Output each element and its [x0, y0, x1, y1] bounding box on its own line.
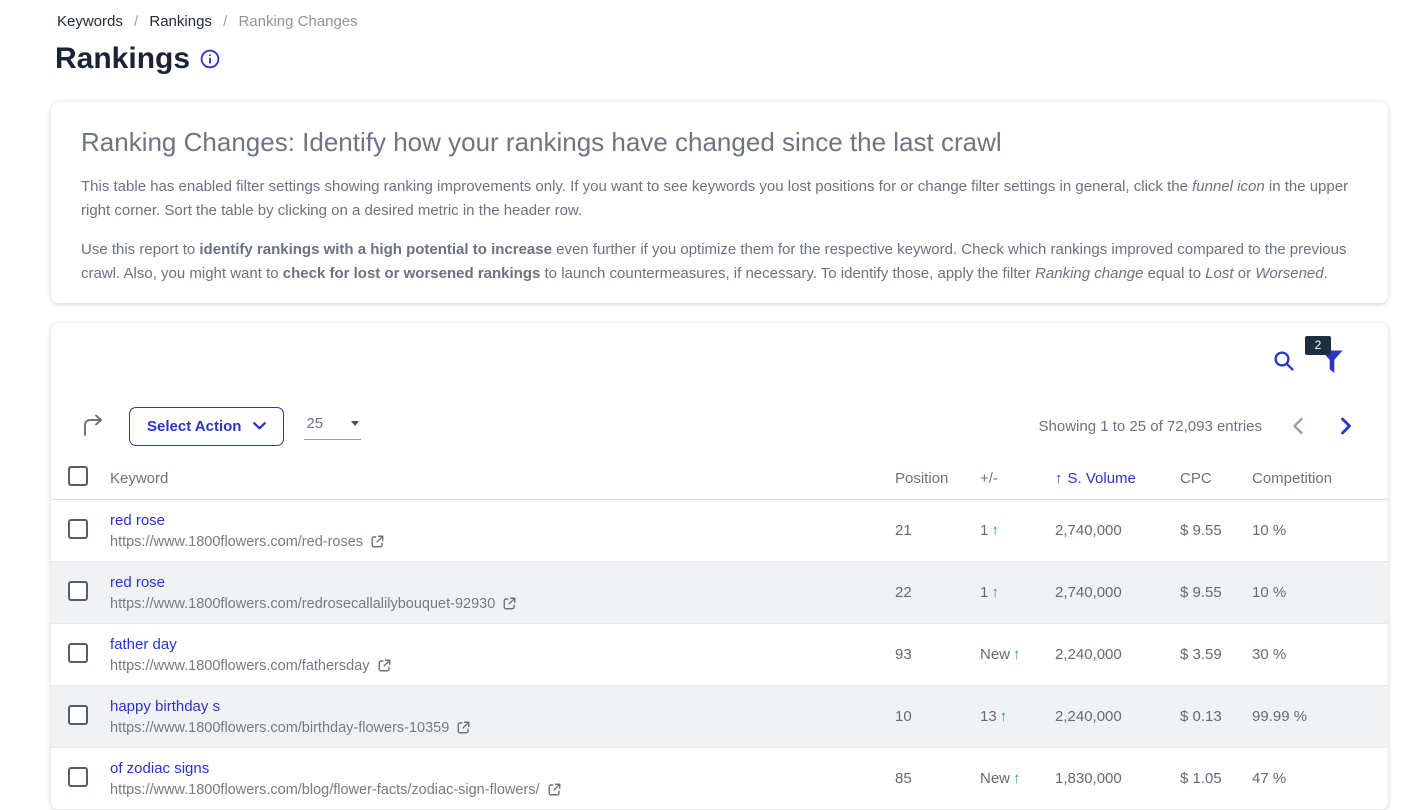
info-circle-icon[interactable]: [200, 49, 220, 69]
keyword-link[interactable]: red rose: [110, 512, 883, 529]
volume-value: 1,830,000: [1055, 770, 1180, 787]
change-value: 1: [980, 584, 988, 601]
breadcrumb: Keywords / Rankings / Ranking Changes: [0, 0, 1422, 30]
breadcrumb-current: Ranking Changes: [238, 13, 357, 30]
external-link-icon[interactable]: [456, 720, 471, 735]
keyword-url-text: https://www.1800flowers.com/fathersday: [110, 658, 370, 674]
chevron-right-icon[interactable]: [1340, 417, 1352, 435]
intro-paragraph-2: Use this report to identify rankings wit…: [81, 238, 1358, 286]
position-value: 22: [895, 584, 980, 601]
position-value: 93: [895, 646, 980, 663]
ranking-changes-table: Keyword Position +/- ↑ S. Volume CPC Comp…: [51, 457, 1388, 810]
table-row: red rose https://www.1800flowers.com/red…: [51, 500, 1388, 562]
select-all-checkbox[interactable]: [68, 466, 88, 486]
header-keyword[interactable]: Keyword: [110, 470, 895, 487]
breadcrumb-rankings[interactable]: Rankings: [149, 13, 212, 30]
header-change[interactable]: +/-: [980, 470, 1055, 487]
row-checkbox[interactable]: [68, 767, 88, 787]
card-icon-strip: 2: [51, 323, 1388, 383]
change-value: New: [980, 770, 1010, 787]
rank-up-arrow-icon: ↑: [1013, 770, 1021, 787]
table-row: of zodiac signs https://www.1800flowers.…: [51, 748, 1388, 810]
rank-up-arrow-icon: ↑: [991, 584, 999, 601]
export-arrow-icon[interactable]: [81, 414, 105, 438]
position-value: 21: [895, 522, 980, 539]
volume-value: 2,240,000: [1055, 646, 1180, 663]
table-body: red rose https://www.1800flowers.com/red…: [51, 500, 1388, 810]
competition-value: 10 %: [1252, 522, 1388, 539]
select-action-label: Select Action: [147, 418, 241, 435]
rankings-page: Keywords / Rankings / Ranking Changes Ra…: [0, 0, 1422, 810]
cpc-value: $ 3.59: [1180, 646, 1252, 663]
breadcrumb-separator: /: [134, 13, 138, 30]
chevron-down-icon: [253, 422, 266, 430]
filter-count-badge: 2: [1305, 336, 1331, 355]
sort-arrow-up-icon: ↑: [1055, 470, 1063, 487]
page-title: Rankings: [55, 42, 1422, 75]
header-cpc[interactable]: CPC: [1180, 470, 1252, 487]
intro-paragraph-1: This table has enabled filter settings s…: [81, 175, 1358, 223]
table-header-row: Keyword Position +/- ↑ S. Volume CPC Comp…: [51, 457, 1388, 500]
row-checkbox[interactable]: [68, 581, 88, 601]
table-toolbar: Select Action 25 Showing 1 to 25 of 72,0…: [51, 406, 1388, 446]
volume-value: 2,240,000: [1055, 708, 1180, 725]
table-row: happy birthday s https://www.1800flowers…: [51, 686, 1388, 748]
page-title-text: Rankings: [55, 42, 190, 75]
change-value: 1: [980, 522, 988, 539]
showing-entries-text: Showing 1 to 25 of 72,093 entries: [1039, 418, 1263, 435]
header-position[interactable]: Position: [895, 470, 980, 487]
position-value: 85: [895, 770, 980, 787]
header-s-volume-label: S. Volume: [1068, 470, 1136, 487]
page-size-select[interactable]: 25: [304, 413, 361, 440]
keyword-url-text: https://www.1800flowers.com/birthday-flo…: [110, 720, 449, 736]
competition-value: 99.99 %: [1252, 708, 1388, 725]
breadcrumb-separator: /: [223, 13, 227, 30]
change-value: New: [980, 646, 1010, 663]
chevron-left-icon[interactable]: [1292, 417, 1304, 435]
cpc-value: $ 9.55: [1180, 522, 1252, 539]
rank-up-arrow-icon: ↑: [991, 522, 999, 539]
keyword-url-text: https://www.1800flowers.com/blog/flower-…: [110, 782, 540, 798]
table-row: father day https://www.1800flowers.com/f…: [51, 624, 1388, 686]
keyword-url-text: https://www.1800flowers.com/redrosecalla…: [110, 596, 495, 612]
keyword-link[interactable]: of zodiac signs: [110, 760, 883, 777]
competition-value: 10 %: [1252, 584, 1388, 601]
intro-heading: Ranking Changes: Identify how your ranki…: [81, 127, 1358, 158]
volume-value: 2,740,000: [1055, 584, 1180, 601]
ranking-changes-table-card: 2 Select Action 25: [51, 323, 1388, 810]
select-action-dropdown[interactable]: Select Action: [129, 407, 284, 446]
external-link-icon[interactable]: [377, 658, 392, 673]
position-value: 10: [895, 708, 980, 725]
keyword-link[interactable]: red rose: [110, 574, 883, 591]
external-link-icon[interactable]: [370, 534, 385, 549]
competition-value: 30 %: [1252, 646, 1388, 663]
rank-up-arrow-icon: ↑: [1000, 708, 1008, 725]
external-link-icon[interactable]: [502, 596, 517, 611]
row-checkbox[interactable]: [68, 705, 88, 725]
row-checkbox[interactable]: [68, 643, 88, 663]
row-checkbox[interactable]: [68, 519, 88, 539]
volume-value: 2,740,000: [1055, 522, 1180, 539]
intro-card: Ranking Changes: Identify how your ranki…: [51, 102, 1388, 303]
keyword-url-text: https://www.1800flowers.com/red-roses: [110, 534, 363, 550]
cpc-value: $ 0.13: [1180, 708, 1252, 725]
header-s-volume[interactable]: ↑ S. Volume: [1055, 470, 1180, 487]
change-value: 13: [980, 708, 997, 725]
cpc-value: $ 1.05: [1180, 770, 1252, 787]
cpc-value: $ 9.55: [1180, 584, 1252, 601]
keyword-link[interactable]: father day: [110, 636, 883, 653]
search-icon[interactable]: [1272, 349, 1296, 373]
breadcrumb-keywords[interactable]: Keywords: [57, 13, 123, 30]
caret-down-icon: [351, 421, 359, 426]
table-row: red rose https://www.1800flowers.com/red…: [51, 562, 1388, 624]
external-link-icon[interactable]: [547, 782, 562, 797]
header-competition[interactable]: Competition: [1252, 470, 1388, 487]
rank-up-arrow-icon: ↑: [1013, 646, 1021, 663]
keyword-link[interactable]: happy birthday s: [110, 698, 883, 715]
competition-value: 47 %: [1252, 770, 1388, 787]
page-size-value: 25: [306, 415, 323, 432]
